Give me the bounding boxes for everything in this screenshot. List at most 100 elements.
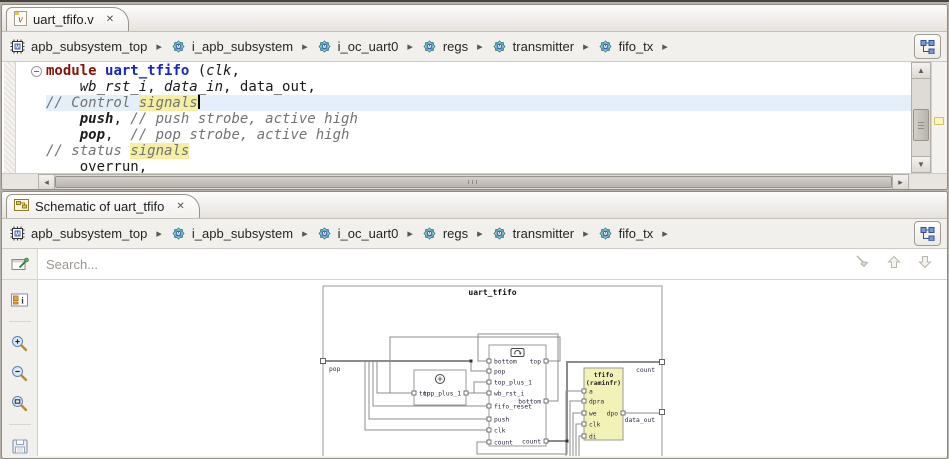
scroll-up-icon[interactable]: ▲ (912, 63, 930, 79)
search-input[interactable] (38, 249, 854, 279)
vertical-scrollbar[interactable]: ▲ ▼ (911, 62, 931, 173)
toolbar-separator (8, 321, 31, 322)
scroll-down-icon[interactable]: ▼ (912, 156, 930, 172)
svg-text:M: M (427, 231, 431, 236)
port-pin (486, 390, 492, 396)
arrow-down-icon[interactable] (917, 254, 933, 275)
edge-port-pin (659, 359, 665, 365)
clear-broom-icon[interactable] (854, 253, 871, 275)
breadcrumb-item-i_oc_uart0[interactable]: Mi_oc_uart0 (317, 226, 398, 241)
code-editor[interactable]: module uart_tfifo (clk, wb_rst_i, data_i… (2, 62, 947, 175)
zoom-fit-icon[interactable] (8, 393, 32, 413)
svg-text:a: a (589, 388, 593, 395)
editor-pane: v uart_tfifo.v ✕ Mapb_subsystem_top ▸ Mi_a… (1, 4, 948, 190)
svg-text:pop: pop (494, 368, 506, 375)
code-line: // Control signals (46, 95, 911, 111)
zoom-out-icon[interactable] (8, 363, 32, 383)
overview-ruler[interactable] (931, 62, 947, 173)
code-line: pop, // pop strobe, active high (79, 127, 350, 143)
svg-text:top: top (530, 358, 542, 365)
port-pin (486, 416, 492, 422)
port-pin (486, 427, 492, 433)
port-pin (486, 403, 492, 409)
schematic-title: uart_tfifo (468, 287, 516, 297)
breadcrumb-item-i_apb_subsystem[interactable]: Mi_apb_subsystem (171, 226, 293, 241)
svg-text:di: di (589, 433, 597, 440)
horizontal-scroll-thumb[interactable] (55, 176, 892, 188)
scroll-right-icon[interactable]: ▸ (892, 175, 908, 189)
instance-chip-icon: M (172, 40, 185, 53)
tab-schematic[interactable]: Schematic of uart_tfifo ✕ (6, 194, 200, 218)
schematic-search-bar (2, 249, 947, 280)
horizontal-scrollbar[interactable]: ◂ ▸ (38, 174, 909, 189)
save-icon[interactable] (8, 436, 32, 456)
pin-view-icon[interactable] (2, 249, 38, 279)
editor-breadcrumb: Mapb_subsystem_top ▸ Mi_apb_subsystem ▸ Mi_o… (2, 32, 947, 62)
scroll-left-icon[interactable]: ◂ (39, 175, 55, 189)
wire (470, 361, 487, 372)
svg-text:dpo: dpo (607, 410, 619, 417)
instance-chip-icon: M (318, 40, 331, 53)
breadcrumb-item-apb_subsystem_top[interactable]: Mapb_subsystem_top (10, 39, 147, 54)
breadcrumb-item-regs[interactable]: Mregs (422, 226, 468, 241)
verilog-file-icon: v (14, 10, 27, 29)
svg-text:M: M (322, 44, 326, 49)
hierarchy-button[interactable] (914, 221, 941, 246)
annotation-ruler (4, 62, 16, 173)
hierarchy-button[interactable] (914, 34, 941, 59)
breadcrumb-separator: ▸ (662, 41, 668, 53)
svg-text:count: count (522, 438, 541, 445)
ide-window: v uart_tfifo.v ✕ Mapb_subsystem_top ▸ Mi_a… (0, 0, 949, 459)
svg-text:tfifo: tfifo (594, 371, 614, 379)
port-pin (581, 388, 587, 394)
tab-uart-tfifo-v[interactable]: v uart_tfifo.v ✕ (6, 7, 130, 31)
schematic-canvas[interactable]: uart_tfifo top top_plus_1 bottom pop top_plus… (38, 280, 947, 456)
editor-tabbar: v uart_tfifo.v ✕ (2, 5, 947, 32)
svg-text:pop: pop (329, 366, 341, 373)
search-actions (854, 249, 933, 279)
port-pin (581, 410, 587, 416)
breadcrumb-item-apb_subsystem_top[interactable]: Mapb_subsystem_top (10, 226, 147, 241)
close-icon[interactable]: ✕ (106, 14, 114, 25)
port-pin (486, 439, 492, 445)
zoom-in-icon[interactable] (8, 333, 32, 353)
instance-chip-icon: M (318, 227, 331, 240)
breadcrumb-item-transmitter[interactable]: Mtransmitter (492, 39, 574, 54)
text-cursor (197, 95, 200, 109)
occurrence-marker[interactable] (934, 117, 944, 125)
breadcrumb-item-i_apb_subsystem[interactable]: Mi_apb_subsystem (171, 39, 293, 54)
code-area[interactable]: module uart_tfifo (clk, wb_rst_i, data_i… (46, 63, 911, 175)
svg-text:top_plus_1: top_plus_1 (494, 379, 532, 386)
schematic-block (413, 369, 467, 406)
instance-chip-icon: M (423, 227, 436, 240)
breadcrumb-item-fifo_tx[interactable]: Mfifo_tx (598, 39, 653, 54)
breadcrumb-item-fifo_tx[interactable]: Mfifo_tx (598, 226, 653, 241)
svg-text:M: M (497, 44, 501, 49)
svg-text:M: M (603, 44, 607, 49)
fold-collapse-icon[interactable] (31, 66, 42, 77)
breadcrumb-item-i_oc_uart0[interactable]: Mi_oc_uart0 (317, 39, 398, 54)
close-icon[interactable]: ✕ (176, 201, 184, 212)
breadcrumb-separator: ▸ (407, 41, 413, 53)
port-pin (581, 433, 587, 439)
breadcrumb-item-regs[interactable]: Mregs (422, 39, 468, 54)
svg-text:push: push (494, 416, 509, 423)
hierarchy-icon (920, 227, 935, 241)
instance-chip-icon: M (599, 40, 612, 53)
module-chip-icon: M (10, 226, 25, 241)
breadcrumb: Mapb_subsystem_top ▸ Mi_apb_subsystem ▸ Mi_o… (10, 39, 677, 54)
breadcrumb-separator: ▸ (662, 228, 668, 240)
wire-junction (469, 359, 473, 363)
breadcrumb-item-transmitter[interactable]: Mtransmitter (492, 226, 574, 241)
port-pin (411, 390, 417, 396)
schematic-breadcrumb: Mapb_subsystem_top ▸ Mi_apb_subsystem ▸ Mi_o… (2, 219, 947, 249)
svg-text:dpra: dpra (589, 398, 604, 405)
wire (578, 435, 582, 456)
properties-icon[interactable]: i (8, 290, 32, 310)
vertical-scroll-thumb[interactable] (913, 109, 929, 141)
port-pin (486, 368, 492, 374)
editor-bottom-bar: ◂ ▸ (2, 173, 947, 189)
port-pin (463, 390, 469, 396)
wire (572, 412, 582, 456)
arrow-up-icon[interactable] (886, 254, 902, 275)
